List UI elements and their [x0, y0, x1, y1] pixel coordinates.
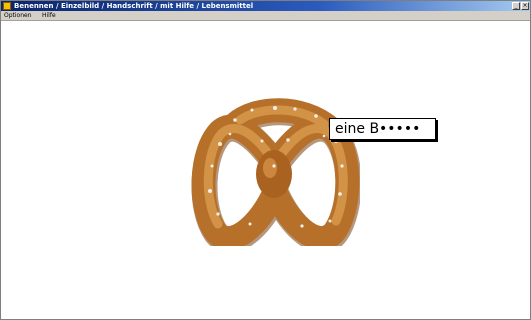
minimize-button[interactable]: _ [512, 2, 520, 10]
picture-area: eine B••••• [2, 21, 530, 319]
app-icon [3, 2, 11, 10]
answer-label[interactable]: eine B••••• [329, 118, 436, 140]
window-title: Benennen / Einzelbild / Handschrift / mi… [14, 2, 254, 10]
menu-bar: Optionen Hilfe [1, 11, 530, 21]
title-bar[interactable]: Benennen / Einzelbild / Handschrift / mi… [1, 1, 530, 11]
close-button[interactable]: × [521, 2, 529, 10]
menu-hilfe[interactable]: Hilfe [42, 11, 56, 20]
menu-optionen[interactable]: Optionen [4, 11, 32, 20]
app-window: Benennen / Einzelbild / Handschrift / mi… [0, 0, 531, 320]
